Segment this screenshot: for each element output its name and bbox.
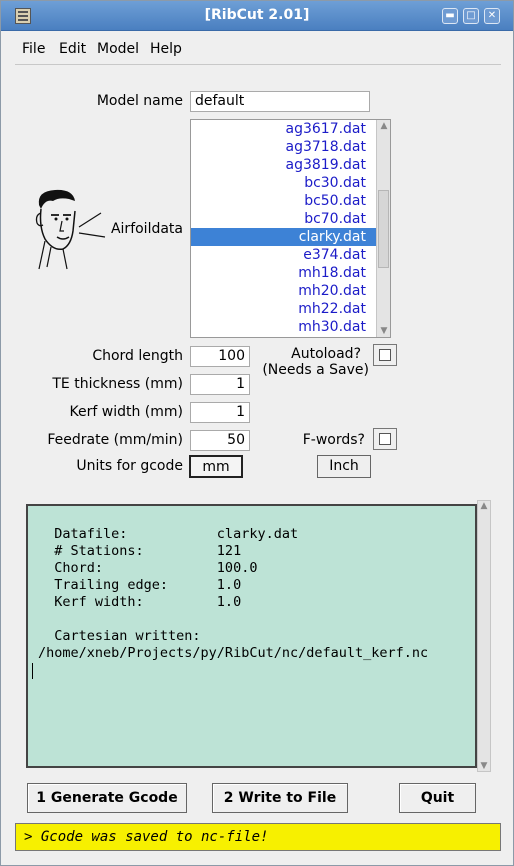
maximize-icon[interactable]: □ (463, 8, 479, 24)
units-mm-button[interactable]: mm (189, 455, 243, 478)
output-scroll-up-icon[interactable]: ▲ (478, 501, 490, 511)
menu-edit[interactable]: Edit (59, 41, 86, 57)
menubar: File Edit Model Help (15, 35, 501, 65)
airfoil-list-item[interactable]: mh22.dat (191, 300, 390, 318)
airfoil-list-item[interactable]: mh18.dat (191, 264, 390, 282)
airfoil-list-item[interactable]: bc50.dat (191, 192, 390, 210)
autoload-note-label: (Needs a Save) (262, 362, 369, 378)
output-line: Datafile: clarky.dat (38, 526, 299, 542)
minimize-icon[interactable]: ▬ (442, 8, 458, 24)
scroll-thumb[interactable] (378, 190, 389, 268)
quit-button[interactable]: Quit (399, 783, 476, 813)
output-line: Cartesian written: (38, 628, 201, 644)
output-line: Chord: 100.0 (38, 560, 258, 576)
output-scroll-down-icon[interactable]: ▼ (478, 761, 490, 771)
model-name-label: Model name (96, 93, 183, 109)
window-title: [RibCut 2.01] (204, 7, 310, 23)
write-to-file-button[interactable]: 2 Write to File (212, 783, 348, 813)
airfoil-list-item[interactable]: bc70.dat (191, 210, 390, 228)
menu-model[interactable]: Model (97, 41, 139, 57)
output-line: # Stations: 121 (38, 543, 242, 559)
menu-help[interactable]: Help (150, 41, 182, 57)
menu-file[interactable]: File (22, 41, 45, 57)
output-line: Kerf width: 1.0 (38, 594, 242, 610)
units-label: Units for gcode (76, 458, 183, 474)
airfoil-listbox[interactable]: ag3617.dat ag3718.dat ag3819.dat bc30.dat bc… (190, 119, 391, 338)
airfoildata-label: Airfoildata (110, 221, 183, 237)
chord-length-input[interactable]: 100 (190, 346, 250, 367)
autoload-checkbox[interactable] (373, 344, 397, 366)
kerf-width-label: Kerf width (mm) (69, 404, 183, 420)
fwords-label: F-words? (302, 432, 365, 448)
output-text-area[interactable]: Datafile: clarky.dat # Stations: 121 Cho… (26, 504, 477, 768)
feedrate-label: Feedrate (mm/min) (47, 432, 183, 448)
airfoil-scrollbar[interactable]: ▲ ▼ (376, 120, 390, 337)
airfoil-list-item[interactable]: ag3819.dat (191, 156, 390, 174)
airfoil-list-item[interactable]: mh20.dat (191, 282, 390, 300)
output-line: Trailing edge: 1.0 (38, 577, 242, 593)
airfoil-list-item[interactable]: ag3617.dat (191, 120, 390, 138)
output-line: /home/xneb/Projects/py/RibCut/nc/default… (38, 645, 429, 661)
airfoil-list-item[interactable]: mh30.dat (191, 318, 390, 336)
te-thickness-input[interactable]: 1 (190, 374, 250, 395)
kerf-width-input[interactable]: 1 (190, 402, 250, 423)
airfoil-list-item[interactable]: clarky.dat (191, 228, 390, 246)
airfoil-list-item[interactable]: ag3718.dat (191, 138, 390, 156)
close-icon[interactable]: ✕ (484, 8, 500, 24)
text-caret (32, 663, 33, 679)
chord-length-label: Chord length (92, 348, 183, 364)
generate-gcode-button[interactable]: 1 Generate Gcode (27, 783, 187, 813)
app-window: [RibCut 2.01] ▬ □ ✕ File Edit Model Help… (0, 0, 514, 866)
title-bar[interactable]: [RibCut 2.01] ▬ □ ✕ (1, 1, 513, 31)
scroll-up-icon[interactable]: ▲ (377, 120, 390, 132)
units-inch-button[interactable]: Inch (317, 455, 371, 478)
fwords-checkbox[interactable] (373, 428, 397, 450)
airfoil-list-item[interactable]: bc30.dat (191, 174, 390, 192)
te-thickness-label: TE thickness (mm) (52, 376, 183, 392)
model-name-input[interactable]: default (190, 91, 370, 112)
airfoil-list-item[interactable]: e374.dat (191, 246, 390, 264)
status-bar: > Gcode was saved to nc-file! (15, 823, 501, 851)
feedrate-input[interactable]: 50 (190, 430, 250, 451)
airfoil-list: ag3617.dat ag3718.dat ag3819.dat bc30.dat bc… (191, 120, 390, 336)
portrait-icon (35, 189, 106, 270)
scroll-down-icon[interactable]: ▼ (377, 325, 390, 337)
autoload-label: Autoload? (291, 346, 361, 362)
output-scrollbar[interactable]: ▲ ▼ (477, 500, 491, 772)
